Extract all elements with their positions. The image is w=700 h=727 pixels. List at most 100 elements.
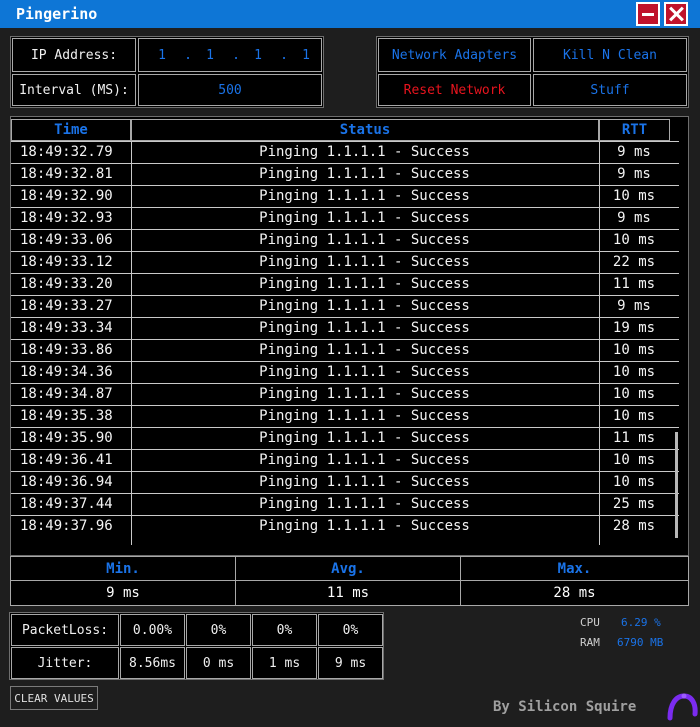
table-row[interactable]: 18:49:32.90 Pinging 1.1.1.1 - Success 10 m… <box>11 185 679 207</box>
log-scrollbar-thumb[interactable] <box>675 432 678 538</box>
interval-label: Interval (MS): <box>12 74 136 106</box>
row-status: Pinging 1.1.1.1 - Success <box>259 386 470 402</box>
table-row[interactable]: 18:49:36.41 Pinging 1.1.1.1 - Success 10 m… <box>11 449 679 471</box>
row-time: 18:49:33.34 <box>20 320 113 336</box>
row-time: 18:49:35.38 <box>20 408 113 424</box>
row-rtt: 9 ms <box>617 166 651 182</box>
ram-value: 6790 MB <box>617 636 664 649</box>
clear-values-button[interactable]: CLEAR VALUES <box>10 686 98 710</box>
table-row[interactable]: 18:49:37.44 Pinging 1.1.1.1 - Success 25 m… <box>11 493 679 515</box>
row-rtt: 22 ms <box>612 254 656 270</box>
quality-panel: PacketLoss: 0.00% 0% 0% 0% Jitter: 8.56m… <box>9 612 384 680</box>
row-time: 18:49:34.87 <box>20 386 113 402</box>
row-rtt: 10 ms <box>612 232 656 248</box>
window-title: Pingerino <box>16 5 98 23</box>
table-row[interactable]: 18:49:32.81 Pinging 1.1.1.1 - Success 9 ms <box>11 163 679 185</box>
packetloss-label: PacketLoss: <box>11 614 119 646</box>
row-status: Pinging 1.1.1.1 - Success <box>259 276 470 292</box>
table-row[interactable]: 18:49:36.94 Pinging 1.1.1.1 - Success 10 m… <box>11 471 679 493</box>
kill-n-clean-button[interactable]: Kill N Clean <box>533 38 687 72</box>
row-time: 18:49:32.90 <box>20 188 113 204</box>
ip-separator: . <box>184 48 192 63</box>
row-status: Pinging 1.1.1.1 - Success <box>259 496 470 512</box>
footer-credit: By Silicon Squire <box>493 699 637 715</box>
ping-log-table[interactable]: Time Status RTT 18:49:32.79 Pinging 1.1.1… <box>10 116 689 556</box>
cpu-value: 6.29 % <box>621 616 661 629</box>
network-adapters-button[interactable]: Network Adapters <box>378 38 531 72</box>
close-icon[interactable] <box>664 2 688 26</box>
table-row[interactable]: 18:49:33.06 Pinging 1.1.1.1 - Success 10 m… <box>11 229 679 251</box>
table-row[interactable]: 18:49:35.90 Pinging 1.1.1.1 - Success 11 m… <box>11 427 679 449</box>
stuff-button[interactable]: Stuff <box>533 74 687 106</box>
row-status: Pinging 1.1.1.1 - Success <box>259 144 470 160</box>
reset-network-button[interactable]: Reset Network <box>378 74 531 106</box>
row-rtt: 11 ms <box>612 430 656 446</box>
row-time: 18:49:32.79 <box>20 144 113 160</box>
column-header-time[interactable]: Time <box>11 119 131 141</box>
row-time: 18:49:32.93 <box>20 210 113 226</box>
ip-octet-4: 1 <box>302 48 310 63</box>
jitter-value: 9 ms <box>318 647 383 679</box>
ip-address-input[interactable]: 1 . 1 . 1 . 1 <box>138 38 322 72</box>
packetloss-value: 0% <box>186 614 251 646</box>
table-row[interactable]: 18:49:32.93 Pinging 1.1.1.1 - Success 9 ms <box>11 207 679 229</box>
row-rtt: 11 ms <box>612 276 656 292</box>
column-header-rtt[interactable]: RTT <box>599 119 670 141</box>
table-row[interactable]: 18:49:32.79 Pinging 1.1.1.1 - Success 9 ms <box>11 141 679 163</box>
row-rtt: 25 ms <box>612 496 656 512</box>
stats-panel: Min. Avg. Max. 9 ms 11 ms 28 ms <box>10 556 689 606</box>
row-time: 18:49:37.44 <box>20 496 113 512</box>
packetloss-value: 0.00% <box>120 614 185 646</box>
interval-input[interactable]: 500 <box>138 74 322 106</box>
log-scrollbar[interactable] <box>679 117 688 555</box>
table-row[interactable]: 18:49:33.86 Pinging 1.1.1.1 - Success 10 m… <box>11 339 679 361</box>
packetloss-value: 0% <box>252 614 317 646</box>
table-row[interactable]: 18:49:34.87 Pinging 1.1.1.1 - Success 10 m… <box>11 383 679 405</box>
ip-octet-1: 1 <box>158 48 166 63</box>
row-status: Pinging 1.1.1.1 - Success <box>259 518 470 534</box>
table-row[interactable]: 18:49:37.96 Pinging 1.1.1.1 - Success 28 m… <box>11 515 679 537</box>
actions-panel: Network Adapters Kill N Clean Reset Netw… <box>376 36 689 108</box>
table-row[interactable]: 18:49:35.38 Pinging 1.1.1.1 - Success 10 m… <box>11 405 679 427</box>
row-status: Pinging 1.1.1.1 - Success <box>259 320 470 336</box>
row-rtt: 28 ms <box>612 518 656 534</box>
row-time: 18:49:33.20 <box>20 276 113 292</box>
table-row[interactable]: 18:49:33.34 Pinging 1.1.1.1 - Success 19 m… <box>11 317 679 339</box>
row-time: 18:49:33.27 <box>20 298 113 314</box>
table-row[interactable]: 18:49:33.12 Pinging 1.1.1.1 - Success 22 m… <box>11 251 679 273</box>
row-rtt: 9 ms <box>617 144 651 160</box>
row-status: Pinging 1.1.1.1 - Success <box>259 430 470 446</box>
row-status: Pinging 1.1.1.1 - Success <box>259 364 470 380</box>
min-value: 9 ms <box>10 580 236 606</box>
ip-separator: . <box>232 48 240 63</box>
title-bar: Pingerino <box>0 0 700 28</box>
ip-octet-2: 1 <box>206 48 214 63</box>
table-row[interactable]: 18:49:33.20 Pinging 1.1.1.1 - Success 11 m… <box>11 273 679 295</box>
row-status: Pinging 1.1.1.1 - Success <box>259 232 470 248</box>
table-row[interactable]: 18:49:33.27 Pinging 1.1.1.1 - Success 9 ms <box>11 295 679 317</box>
jitter-value: 0 ms <box>186 647 251 679</box>
row-time: 18:49:32.81 <box>20 166 113 182</box>
minimize-icon[interactable] <box>636 2 660 26</box>
row-time: 18:49:37.96 <box>20 518 113 534</box>
row-time: 18:49:33.06 <box>20 232 113 248</box>
jitter-value: 1 ms <box>252 647 317 679</box>
packetloss-value: 0% <box>318 614 383 646</box>
avg-value: 11 ms <box>235 580 461 606</box>
row-time: 18:49:33.86 <box>20 342 113 358</box>
row-status: Pinging 1.1.1.1 - Success <box>259 298 470 314</box>
column-header-status[interactable]: Status <box>131 119 599 141</box>
row-rtt: 19 ms <box>612 320 656 336</box>
row-status: Pinging 1.1.1.1 - Success <box>259 452 470 468</box>
row-status: Pinging 1.1.1.1 - Success <box>259 408 470 424</box>
jitter-label: Jitter: <box>11 647 119 679</box>
ram-label: RAM <box>580 636 600 649</box>
row-time: 18:49:36.41 <box>20 452 113 468</box>
jitter-value: 8.56ms <box>120 647 185 679</box>
row-status: Pinging 1.1.1.1 - Success <box>259 342 470 358</box>
row-time: 18:49:35.90 <box>20 430 113 446</box>
column-divider <box>131 141 132 545</box>
ip-address-label: IP Address: <box>12 38 136 72</box>
table-row[interactable]: 18:49:34.36 Pinging 1.1.1.1 - Success 10 m… <box>11 361 679 383</box>
row-rtt: 9 ms <box>617 210 651 226</box>
